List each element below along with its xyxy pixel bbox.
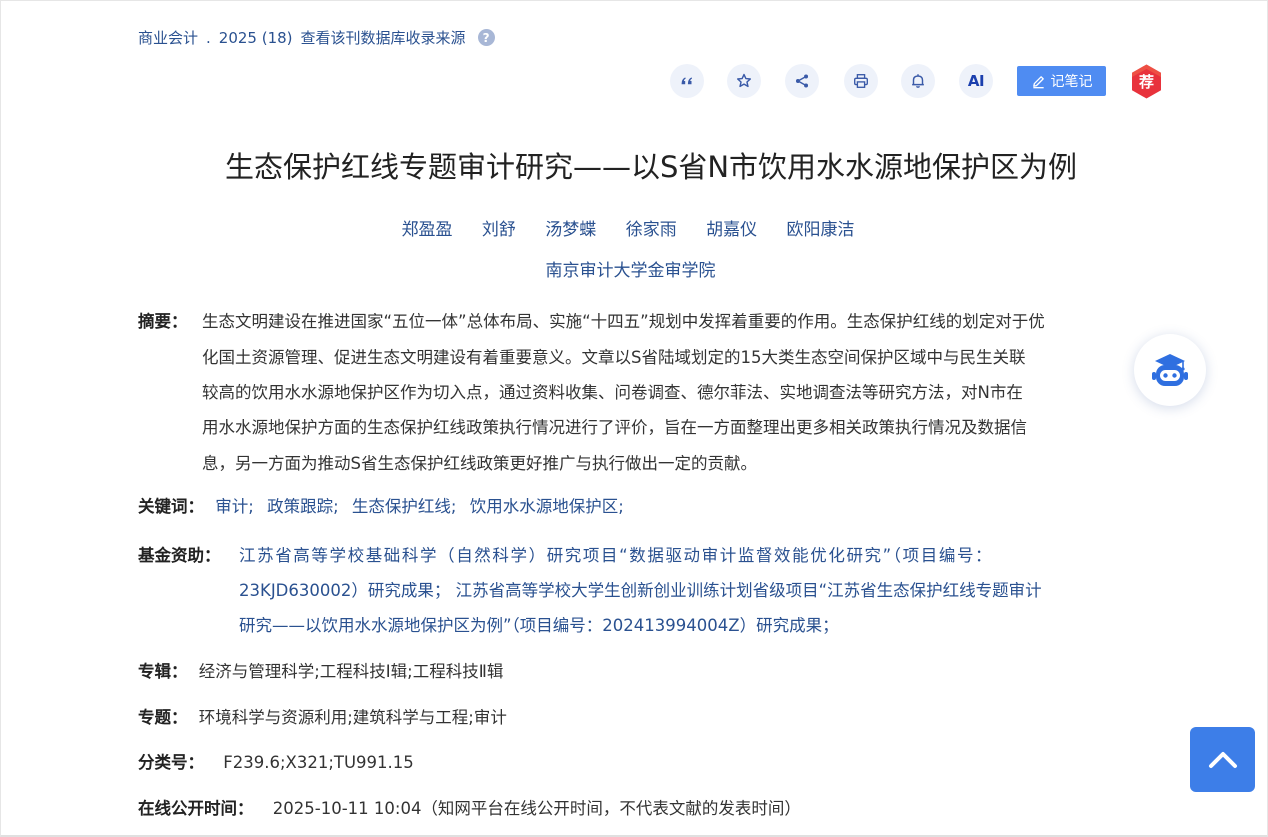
take-notes-label: 记笔记 xyxy=(1050,74,1093,90)
author-link[interactable]: 徐家雨 xyxy=(626,220,677,240)
series-row: 专辑： 经济与管理科学;工程科技Ⅰ辑;工程科技Ⅱ辑 xyxy=(138,658,503,682)
page-frame: 商业会计 . 2025 (18) 查看该刊数据库收录来源 ? AI 记笔记 荐 … xyxy=(0,0,1268,837)
keywords-label: 关键词： xyxy=(138,497,204,516)
author-link[interactable]: 刘舒 xyxy=(482,220,516,240)
funding-line[interactable]: 江苏省高等学校基础科学（自然科学）研究项目“数据驱动审计监督效能优化研究”（项目… xyxy=(239,542,993,566)
author-link[interactable]: 汤梦蝶 xyxy=(545,220,596,240)
recommend-button[interactable]: 荐 xyxy=(1128,63,1165,100)
online-date-value: 2025-10-11 10:04（知网平台在线公开时间，不代表文献的发表时间） xyxy=(272,799,801,818)
abstract-line: 息，另一方面为推动S省生态保护红线政策更好推广与执行做出一定的贡献。 xyxy=(202,454,757,473)
print-button[interactable] xyxy=(844,64,878,98)
abstract-line: 用水水源地保护方面的生态保护红线政策执行情况进行了评价，旨在一方面整理出更多相关… xyxy=(202,418,1027,437)
funding-line[interactable]: 23KJD630002）研究成果； 江苏省高等学校大学生创新创业训练计划省级项目… xyxy=(239,577,1042,601)
ai-assistant-button[interactable] xyxy=(1134,334,1206,406)
author-list: 郑盈盈 刘舒 汤梦蝶 徐家雨 胡嘉仪 欧阳康洁 xyxy=(1,215,1255,240)
topic-row: 专题： 环境科学与资源利用;建筑科学与工程;审计 xyxy=(138,704,507,728)
star-icon xyxy=(736,73,752,88)
author-link[interactable]: 胡嘉仪 xyxy=(706,220,757,240)
ai-icon: AI xyxy=(967,72,985,90)
topic-value: 环境科学与资源利用;建筑科学与工程;审计 xyxy=(198,708,507,727)
source-dot: . xyxy=(206,28,211,47)
keyword-link[interactable]: 饮用水水源地保护区; xyxy=(470,497,624,516)
funding-label: 基金资助： xyxy=(138,546,221,565)
favorite-button[interactable] xyxy=(727,64,761,98)
pencil-icon xyxy=(1032,75,1044,88)
online-date-row: 在线公开时间： 2025-10-11 10:04（知网平台在线公开时间，不代表文… xyxy=(138,795,801,819)
take-notes-button[interactable]: 记笔记 xyxy=(1017,66,1106,96)
journal-link[interactable]: 商业会计 xyxy=(138,27,198,48)
series-value: 经济与管理科学;工程科技Ⅰ辑;工程科技Ⅱ辑 xyxy=(198,662,504,681)
online-date-label: 在线公开时间： xyxy=(138,799,254,818)
print-icon xyxy=(854,74,868,88)
robot-assistant-icon xyxy=(1152,354,1188,386)
author-link[interactable]: 欧阳康洁 xyxy=(787,220,855,240)
keyword-link[interactable]: 政策跟踪; xyxy=(267,497,339,516)
series-label: 专辑： xyxy=(138,662,188,681)
abstract-line: 化国土资源管理、促进生态文明建设有着重要意义。文章以S省陆域划定的15大类生态空… xyxy=(202,348,1026,367)
issue-link[interactable]: 2025 (18) xyxy=(219,29,293,47)
journal-source: 商业会计 . 2025 (18) 查看该刊数据库收录来源 ? xyxy=(138,27,495,48)
abstract-line: 生态文明建设在推进国家“五位一体”总体布局、实施“十四五”规划中发挥着重要的作用… xyxy=(202,312,1045,331)
quote-button[interactable] xyxy=(670,64,704,98)
bell-icon xyxy=(912,74,924,88)
subscribe-button[interactable] xyxy=(901,64,935,98)
classification-value: F239.6;X321;TU991.15 xyxy=(223,753,414,772)
author-link[interactable]: 郑盈盈 xyxy=(401,220,452,240)
database-source-link[interactable]: 查看该刊数据库收录来源 xyxy=(301,27,466,48)
recommend-label: 荐 xyxy=(1138,73,1154,91)
abstract-line: 较高的饮用水水源地保护区作为切入点，通过资料收集、问卷调查、德尔菲法、实地调查法… xyxy=(202,383,1023,402)
keywords-row: 关键词： 审计; 政策跟踪; 生态保护红线; 饮用水水源地保护区; xyxy=(138,493,624,517)
share-icon xyxy=(795,74,809,88)
quote-icon xyxy=(681,77,693,85)
funding-line[interactable]: 研究——以饮用水水源地保护区为例”（项目编号：202413994004Z）研究成… xyxy=(239,612,839,636)
article-title: 生态保护红线专题审计研究——以S省N市饮用水水源地保护区为例 xyxy=(224,150,1078,184)
back-to-top-button[interactable] xyxy=(1190,727,1255,792)
topic-label: 专题： xyxy=(138,708,188,727)
classification-row: 分类号： F239.6;X321;TU991.15 xyxy=(138,749,414,773)
classification-label: 分类号： xyxy=(138,753,204,772)
chevron-up-icon xyxy=(1208,751,1237,768)
share-button[interactable] xyxy=(785,64,819,98)
keyword-link[interactable]: 审计; xyxy=(215,497,254,516)
keyword-link[interactable]: 生态保护红线; xyxy=(352,497,457,516)
abstract-label: 摘要： xyxy=(138,312,188,331)
ai-button[interactable]: AI xyxy=(959,64,993,98)
help-icon[interactable]: ? xyxy=(477,29,495,46)
affiliation-link[interactable]: 南京审计大学金审学院 xyxy=(1,256,1260,281)
